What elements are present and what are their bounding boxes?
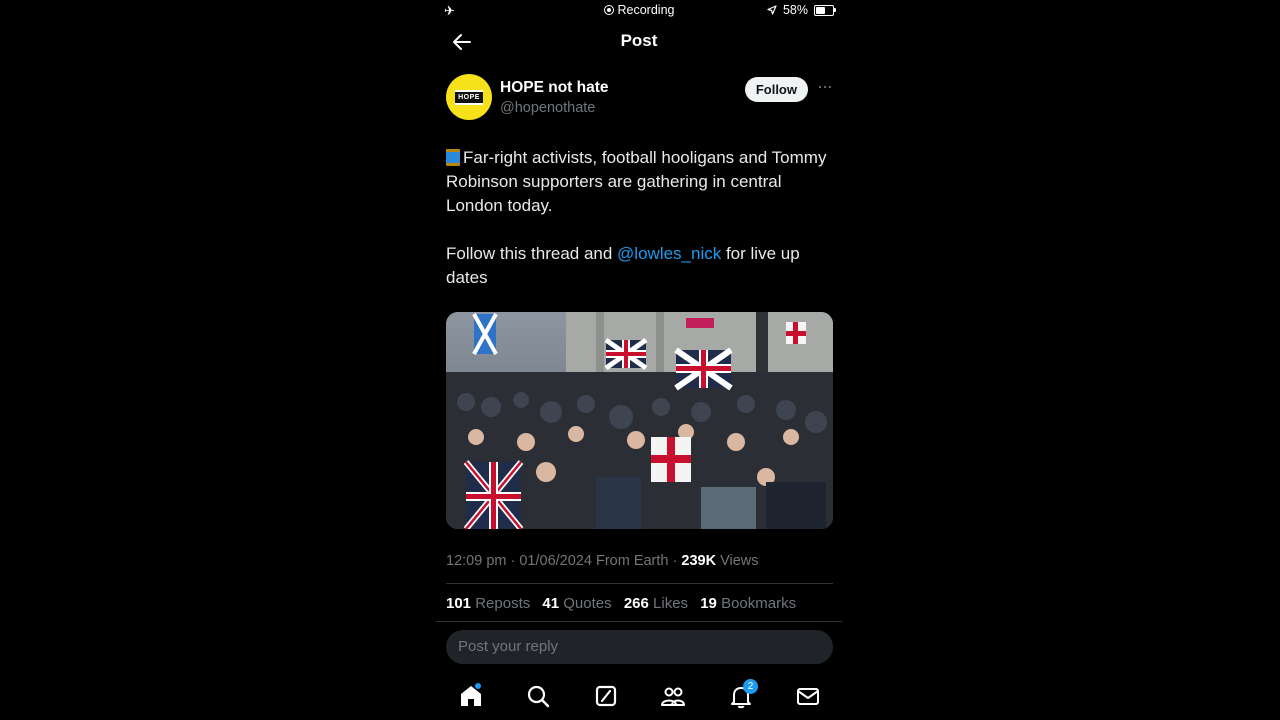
recording-label: Recording: [617, 3, 675, 17]
battery-fill: [816, 6, 826, 14]
divider: [446, 583, 833, 584]
communities-icon: [661, 687, 685, 706]
mention-link[interactable]: @lowles_nick: [617, 244, 721, 263]
mail-icon: [797, 688, 819, 705]
display-name[interactable]: HOPE not hate: [500, 79, 609, 97]
quotes-stat[interactable]: 41 Quotes: [542, 595, 611, 612]
reply-input[interactable]: Post your reply: [446, 630, 833, 664]
battery-icon: [814, 4, 836, 16]
reposts-stat[interactable]: 101 Reposts: [446, 595, 530, 612]
status-right: 58%: [767, 3, 836, 17]
quotes-label: Quotes: [563, 595, 612, 612]
avatar-logo: HOPE: [455, 89, 483, 105]
record-icon: [603, 5, 614, 15]
top-nav: Post: [436, 22, 842, 64]
author-names[interactable]: HOPE not hate @hopenothate: [500, 79, 609, 116]
notification-badge: 2: [743, 679, 758, 694]
battery-percent: 58%: [782, 3, 808, 17]
post-meta: 12:09 pm · 01/06/2024 From Earth · 239K …: [446, 553, 759, 569]
tab-home[interactable]: [457, 682, 485, 710]
tab-search[interactable]: [524, 682, 552, 710]
post-line-1: Far-right activists, football hooligans …: [446, 148, 827, 215]
page-title: Post: [620, 31, 658, 50]
bookmarks-label: Bookmarks: [721, 595, 797, 612]
engagement-stats: 101 Reposts 41 Quotes 266 Likes 19 Bookm…: [446, 595, 804, 612]
views-label: Views: [720, 553, 759, 569]
post-image[interactable]: [446, 312, 833, 529]
post-author: HOPE HOPE not hate @hopenothate Follow ·…: [446, 74, 833, 124]
post-date: 01/06/2024: [519, 553, 592, 569]
more-options-icon[interactable]: ···: [817, 76, 833, 97]
reposts-label: Reposts: [475, 595, 531, 612]
reposts-count: 101: [446, 595, 472, 612]
location-arrow-icon: [767, 5, 777, 15]
likes-label: Likes: [653, 595, 689, 612]
follow-button[interactable]: Follow: [744, 77, 808, 102]
divider: [436, 621, 842, 622]
post-text: Far-right activists, football hooligans …: [446, 146, 834, 290]
tab-grok[interactable]: [592, 682, 620, 710]
bookmarks-stat[interactable]: 19 Bookmarks: [700, 595, 796, 612]
likes-count: 266: [623, 595, 649, 612]
tab-communities[interactable]: [659, 682, 687, 710]
likes-stat[interactable]: 266 Likes: [624, 595, 688, 612]
post-time: 12:09 pm: [446, 553, 507, 569]
post-paragraph-2: Follow this thread and @lowles_nick for …: [446, 242, 834, 290]
user-handle[interactable]: @hopenothate: [500, 100, 609, 116]
tab-messages[interactable]: [794, 682, 822, 710]
crowd-photo: [446, 312, 833, 529]
status-bar: ✈ Recording 58%: [436, 0, 842, 22]
post-paragraph-1: Far-right activists, football hooligans …: [446, 146, 834, 218]
thread-spool-icon: [446, 149, 460, 166]
post-line-2-prefix: Follow this thread and: [446, 244, 618, 263]
quotes-count: 41: [542, 595, 560, 612]
unread-dot: [475, 683, 481, 689]
views-count: 239K: [681, 553, 717, 569]
bottom-tab-bar: 2: [436, 678, 842, 714]
bookmarks-count: 19: [700, 595, 717, 612]
post-source: From Earth: [595, 553, 669, 569]
tab-notifications[interactable]: 2: [727, 679, 758, 710]
avatar[interactable]: HOPE: [446, 74, 492, 120]
search-icon: [527, 685, 550, 708]
phone-screen: ✈ Recording 58% Post HOPE HOPE not hate …: [436, 0, 842, 720]
grok-icon: [595, 685, 617, 707]
